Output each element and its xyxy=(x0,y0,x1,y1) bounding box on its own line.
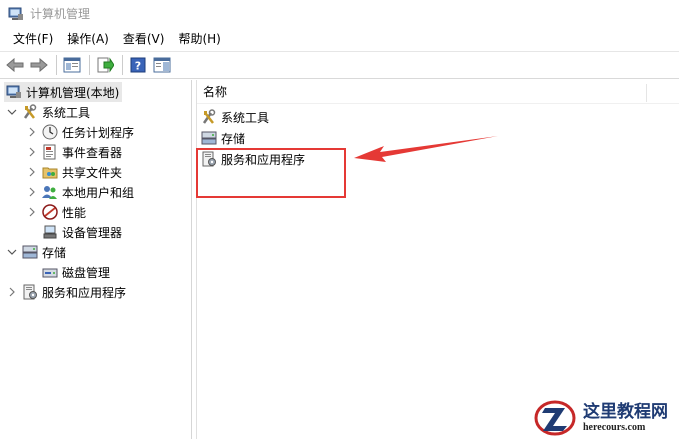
tree-item-label: 计算机管理(本地) xyxy=(26,85,120,100)
tree-item-storage[interactable]: 存储 xyxy=(6,242,66,262)
column-divider[interactable] xyxy=(646,84,647,102)
chevron-right-icon[interactable] xyxy=(6,286,18,298)
clock-icon xyxy=(42,124,58,140)
tree-item-local-users-groups[interactable]: 本地用户和组 xyxy=(26,182,134,202)
navigation-tree: 计算机管理(本地) 系统工具 任务计划程序 事件查看器 共享文件夹 本地用户和组… xyxy=(0,80,192,439)
watermark-logo-icon xyxy=(533,398,577,438)
computer-management-icon xyxy=(8,6,24,22)
show-hide-tree-icon[interactable] xyxy=(61,54,83,76)
chevron-right-icon[interactable] xyxy=(26,206,38,218)
watermark-url: herecours.com xyxy=(583,421,646,433)
services-icon xyxy=(22,284,38,300)
window-title: 计算机管理 xyxy=(30,7,91,21)
menu-help[interactable]: 帮助(H) xyxy=(171,27,227,51)
disk-management-icon xyxy=(42,264,58,280)
help-icon[interactable]: ? xyxy=(127,54,149,76)
action-pane-icon[interactable] xyxy=(151,54,173,76)
svg-text:?: ? xyxy=(135,60,141,73)
watermark: 这里教程网 herecours.com xyxy=(533,396,679,439)
menu-view[interactable]: 查看(V) xyxy=(116,27,172,51)
title-bar: 计算机管理 xyxy=(0,0,679,27)
menu-action[interactable]: 操作(A) xyxy=(60,27,116,51)
chevron-right-icon[interactable] xyxy=(26,186,38,198)
shared-folder-icon xyxy=(42,164,58,180)
tree-item-system-tools[interactable]: 系统工具 xyxy=(6,102,90,122)
tree-item-label: 事件查看器 xyxy=(62,145,123,160)
device-manager-icon xyxy=(42,224,58,240)
toolbar-separator xyxy=(89,55,90,75)
details-pane: 名称 系统工具 存储 服务和应用程序 xyxy=(196,80,679,439)
tree-item-shared-folders[interactable]: 共享文件夹 xyxy=(26,162,122,182)
tree-item-label: 性能 xyxy=(62,205,87,220)
back-icon[interactable] xyxy=(4,54,26,76)
tree-item-label: 本地用户和组 xyxy=(62,185,135,200)
tree-item-event-viewer[interactable]: 事件查看器 xyxy=(26,142,122,162)
tree-item-performance[interactable]: 性能 xyxy=(26,202,86,222)
tools-icon xyxy=(22,104,38,120)
list-item-label: 存储 xyxy=(221,131,246,146)
tree-item-root[interactable]: 计算机管理(本地) xyxy=(4,82,122,102)
users-icon xyxy=(42,184,58,200)
toolbar: ? xyxy=(0,51,679,79)
computer-management-icon xyxy=(6,84,22,100)
list-item-label: 系统工具 xyxy=(221,110,270,125)
chevron-right-icon[interactable] xyxy=(26,166,38,178)
tree-item-label: 系统工具 xyxy=(42,105,91,120)
chevron-down-icon[interactable] xyxy=(6,246,18,258)
storage-icon xyxy=(22,244,38,260)
tree-item-device-manager[interactable]: 设备管理器 xyxy=(42,222,122,242)
tools-icon xyxy=(201,109,217,125)
event-viewer-icon xyxy=(42,144,58,160)
performance-icon xyxy=(42,204,58,220)
chevron-right-icon[interactable] xyxy=(26,126,38,138)
tree-item-label: 设备管理器 xyxy=(62,225,123,240)
chevron-down-icon[interactable] xyxy=(6,106,18,118)
column-header-label: 名称 xyxy=(203,85,228,99)
tree-item-services-applications[interactable]: 服务和应用程序 xyxy=(6,282,126,302)
tree-item-label: 任务计划程序 xyxy=(62,125,135,140)
tree-item-task-scheduler[interactable]: 任务计划程序 xyxy=(26,122,134,142)
toolbar-separator xyxy=(56,55,57,75)
menu-file[interactable]: 文件(F) xyxy=(6,27,60,51)
column-header-name[interactable]: 名称 xyxy=(197,80,679,104)
export-list-icon[interactable] xyxy=(94,54,116,76)
chevron-right-icon[interactable] xyxy=(26,146,38,158)
watermark-title: 这里教程网 xyxy=(583,401,668,422)
tree-item-label: 存储 xyxy=(42,245,67,260)
forward-icon[interactable] xyxy=(28,54,50,76)
toolbar-separator xyxy=(122,55,123,75)
menu-bar: 文件(F) 操作(A) 查看(V) 帮助(H) xyxy=(0,27,679,51)
tree-item-label: 共享文件夹 xyxy=(62,165,123,180)
storage-icon xyxy=(201,130,217,146)
list-item-storage[interactable]: 存储 xyxy=(201,128,245,148)
tree-item-disk-management[interactable]: 磁盘管理 xyxy=(42,262,110,282)
tree-item-label: 磁盘管理 xyxy=(62,265,111,280)
tree-item-label: 服务和应用程序 xyxy=(42,285,127,300)
list-item-system-tools[interactable]: 系统工具 xyxy=(201,107,269,127)
annotation-highlight-box xyxy=(196,148,346,198)
